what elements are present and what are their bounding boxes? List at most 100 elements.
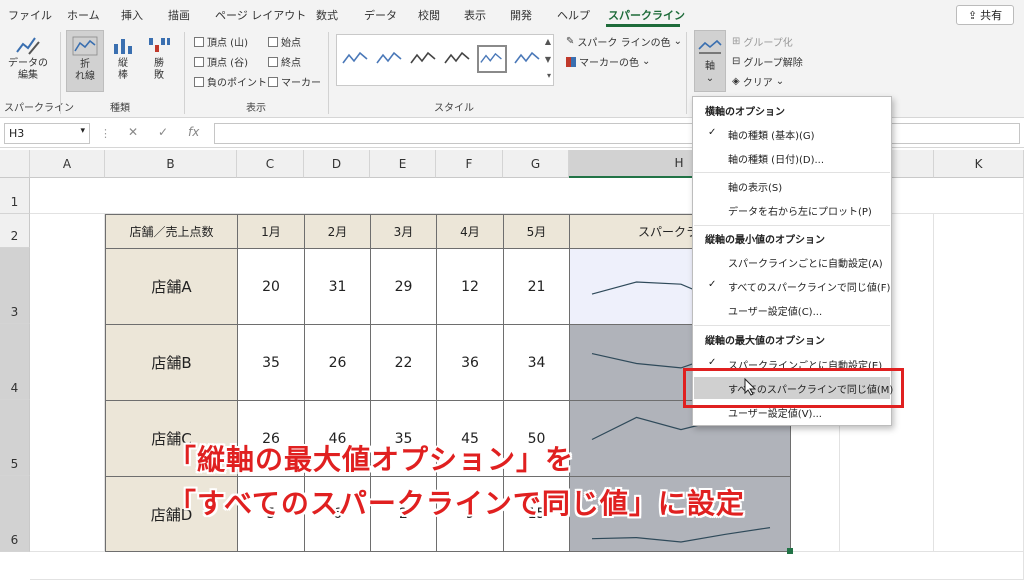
first-point-checkbox[interactable]: 始点 [268,34,301,49]
month-header-1[interactable]: 1月 [237,214,305,249]
row-7-cells[interactable] [30,552,1024,580]
tab-insert[interactable]: 挿入 [121,7,143,23]
marker-color-button[interactable]: マーカーの色 ⌄ [566,54,650,69]
tab-page-layout[interactable]: ページ レイアウト [215,7,306,23]
style-thumb-1[interactable] [341,45,371,73]
style-thumb-6[interactable] [513,45,543,73]
negative-points-checkbox[interactable]: 負のポイント [194,74,267,89]
column-header-c[interactable]: C [237,150,304,178]
column-header-g[interactable]: G [503,150,569,178]
store-name-cell[interactable]: 店舗B [105,324,238,401]
style-thumb-2[interactable] [375,45,405,73]
menu-item-min-custom[interactable]: ユーザー設定値(C)... [694,299,890,321]
value-cell[interactable]: 20 [237,248,305,325]
markers-checkbox[interactable]: マーカー [268,74,321,89]
cancel-icon[interactable]: ✕ [128,125,138,139]
value-cell[interactable]: 35 [237,324,305,401]
column-header-b[interactable]: B [105,150,237,178]
select-all-corner[interactable] [0,150,30,178]
month-header-3[interactable]: 3月 [370,214,437,249]
style-gallery[interactable]: ▲ ▼ ▾ [336,34,554,86]
last-point-checkbox[interactable]: 終点 [268,54,301,69]
row-header-5[interactable]: 5 [0,400,30,476]
tab-formulas[interactable]: 数式 [316,7,338,23]
menu-item-label: すべてのスパークラインで同じ値(F) [728,282,891,294]
value-cell[interactable]: 22 [370,324,437,401]
menu-item-min-auto[interactable]: スパークラインごとに自動設定(A) [694,251,890,273]
formula-input[interactable] [214,123,1020,144]
menu-item-min-same[interactable]: ✓ すべてのスパークラインで同じ値(F) [694,275,890,297]
menu-item-plot-right-to-left[interactable]: データを右から左にプロット(P) [694,199,890,221]
type-column-button[interactable]: 縦 棒 [108,34,138,90]
style-thumb-4[interactable] [443,45,473,73]
row-header-4[interactable]: 4 [0,324,30,400]
menu-item-label: 軸の表示(S) [728,182,783,194]
column-k-cells[interactable] [934,214,1024,552]
group-button[interactable]: ⊞ グループ化 [732,34,793,49]
menu-item-show-axis[interactable]: 軸の表示(S) [694,175,890,197]
chevron-down-icon[interactable]: ▾ [80,126,85,136]
value-cell[interactable]: 36 [436,324,504,401]
column-header-e[interactable]: E [370,150,436,178]
row-header-1[interactable]: 1 [0,178,30,214]
tab-home[interactable]: ホーム [67,7,100,23]
row-header-6[interactable]: 6 [0,476,30,552]
tab-draw[interactable]: 描画 [168,7,190,23]
store-name-cell[interactable]: 店舗A [105,248,238,325]
checkbox-box [268,76,278,87]
style-thumb-5-selected[interactable] [477,45,507,73]
value-cell[interactable]: 29 [370,248,437,325]
menu-item-axis-type-general[interactable]: ✓ 軸の種類 (基本)(G) [694,123,890,145]
clear-button[interactable]: ◈ クリア ⌄ [732,74,784,89]
tab-help[interactable]: ヘルプ [557,7,590,23]
row-header-3[interactable]: 3 [0,248,30,324]
type-line-label: 折 れ線 [75,59,95,82]
tab-review[interactable]: 校閲 [418,7,440,23]
enter-icon[interactable]: ✓ [158,125,168,139]
menu-item-label: ユーザー設定値(C)... [728,306,823,318]
line-sparkline-icon [72,36,98,56]
edit-data-button[interactable]: データの 編集 [6,34,50,90]
tab-sparkline[interactable]: スパークライン [608,7,685,23]
group-title-show: 表示 [246,103,266,114]
column-header-a[interactable]: A [30,150,105,178]
tab-file[interactable]: ファイル [8,7,52,23]
group-separator [60,32,61,114]
column-header-d[interactable]: D [304,150,370,178]
month-header-2[interactable]: 2月 [304,214,371,249]
style-thumb-3[interactable] [409,45,439,73]
tab-data[interactable]: データ [364,7,397,23]
menu-item-axis-type-date[interactable]: 軸の種類 (日付)(D)... [694,147,890,169]
type-winloss-button[interactable]: 勝 敗 [144,34,174,90]
gallery-more-icon[interactable]: ▾ [547,71,551,80]
low-point-checkbox[interactable]: 頂点 (谷) [194,54,248,69]
value-cell[interactable]: 34 [503,324,570,401]
value-cell[interactable]: 26 [304,324,371,401]
check-icon: ✓ [708,127,717,138]
tab-view[interactable]: 表示 [464,7,486,23]
sparkline-store-d [591,527,771,543]
insert-function-icon[interactable]: fx [188,125,199,139]
sparkline-color-button[interactable]: ✎ スパーク ラインの色 ⌄ [566,34,682,49]
gallery-scroll-down-icon[interactable]: ▼ [545,55,551,64]
checkbox-box [194,56,204,67]
month-header-5[interactable]: 5月 [503,214,570,249]
group-label: グループ化 [743,38,793,49]
gallery-scroll-up-icon[interactable]: ▲ [545,37,551,46]
month-header-4[interactable]: 4月 [436,214,504,249]
column-header-k[interactable]: K [934,150,1024,178]
column-a-cells[interactable] [30,214,105,552]
value-cell[interactable]: 12 [436,248,504,325]
tab-developer[interactable]: 開発 [510,7,532,23]
ungroup-button[interactable]: ⊟ グループ解除 [732,54,803,69]
value-cell[interactable]: 31 [304,248,371,325]
type-line-button[interactable]: 折 れ線 [66,30,104,92]
axis-button[interactable]: 軸 ⌄ [694,30,726,92]
high-point-checkbox[interactable]: 頂点 (山) [194,34,248,49]
row-header-2[interactable]: 2 [0,214,30,248]
value-cell[interactable]: 21 [503,248,570,325]
table-corner-header[interactable]: 店舗／売上点数 [105,214,238,249]
column-header-f[interactable]: F [436,150,503,178]
name-box[interactable]: H3 ▾ [4,123,90,144]
share-button[interactable]: ⇪ 共有 [956,5,1014,25]
